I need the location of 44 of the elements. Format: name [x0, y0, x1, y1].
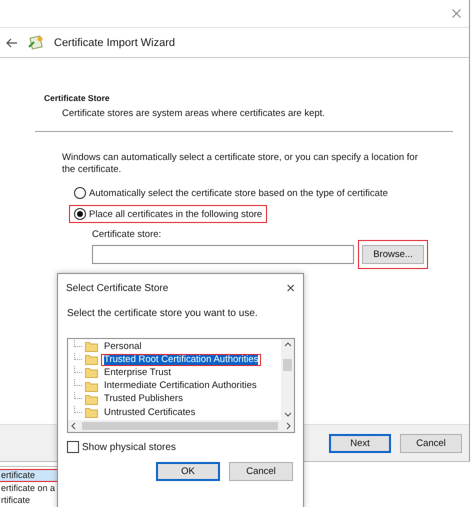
- close-button[interactable]: [452, 9, 461, 18]
- intro-text: Windows can automatically select a certificate store, or you can specify a location for the certificate.: [62, 152, 419, 176]
- scroll-down-icon[interactable]: [284, 412, 292, 417]
- vertical-scrollbar[interactable]: [281, 339, 294, 420]
- store-item[interactable]: Enterprise Trust: [101, 366, 174, 379]
- back-button[interactable]: [6, 38, 18, 48]
- dialog-title: Select Certificate Store: [66, 282, 168, 294]
- close-button[interactable]: ×: [286, 280, 295, 296]
- scrollbar-thumb[interactable]: [82, 422, 278, 430]
- window-title: Certificate Import Wizard: [54, 36, 176, 48]
- back-arrow-icon: [6, 38, 18, 48]
- folder-icon: [85, 394, 98, 405]
- store-item[interactable]: Untrusted Certificates: [101, 406, 198, 419]
- scroll-right-icon[interactable]: [286, 422, 291, 430]
- dialog-prompt: Select the certificate store you want to use.: [67, 308, 259, 319]
- certificate-icon: [28, 35, 44, 50]
- store-item[interactable]: Trusted Root Certification Authorities: [101, 354, 262, 366]
- scroll-left-icon[interactable]: [71, 422, 76, 430]
- horizontal-scrollbar[interactable]: [68, 420, 294, 432]
- store-label: Certificate store:: [92, 229, 162, 240]
- store-input-field[interactable]: [92, 245, 354, 264]
- store-item[interactable]: Trusted Publishers: [101, 393, 186, 406]
- radio-option[interactable]: Automatically select the certificate store based on the type of certificate: [69, 184, 393, 202]
- radio-option[interactable]: Place all certificates in the following store: [69, 205, 268, 223]
- dialog-button[interactable]: OK: [156, 462, 220, 481]
- folder-icon: [85, 367, 98, 378]
- section-title: Certificate Store: [44, 93, 111, 103]
- scroll-up-icon[interactable]: [284, 342, 292, 347]
- footer-button[interactable]: Next: [329, 434, 391, 452]
- footer-button[interactable]: Cancel: [400, 434, 462, 452]
- store-item[interactable]: Personal: [101, 340, 144, 353]
- list-item[interactable]: ertificate: [0, 469, 58, 482]
- close-icon: [452, 9, 461, 18]
- store-item[interactable]: Intermediate Certification Authorities: [101, 380, 260, 392]
- list-item[interactable]: ertificate on a: [0, 482, 58, 494]
- section-description: Certificate stores are system areas where certificates are kept.: [62, 108, 326, 119]
- scrollbar-thumb[interactable]: [283, 358, 292, 370]
- folder-icon: [85, 341, 98, 352]
- browse-button[interactable]: Browse...: [362, 245, 424, 264]
- folder-icon: [85, 354, 98, 366]
- physical-stores-checkbox[interactable]: Show physical stores: [67, 441, 303, 453]
- list-item[interactable]: rtificate: [0, 494, 58, 506]
- dialog-button[interactable]: Cancel: [229, 462, 293, 481]
- folder-icon: [85, 380, 98, 392]
